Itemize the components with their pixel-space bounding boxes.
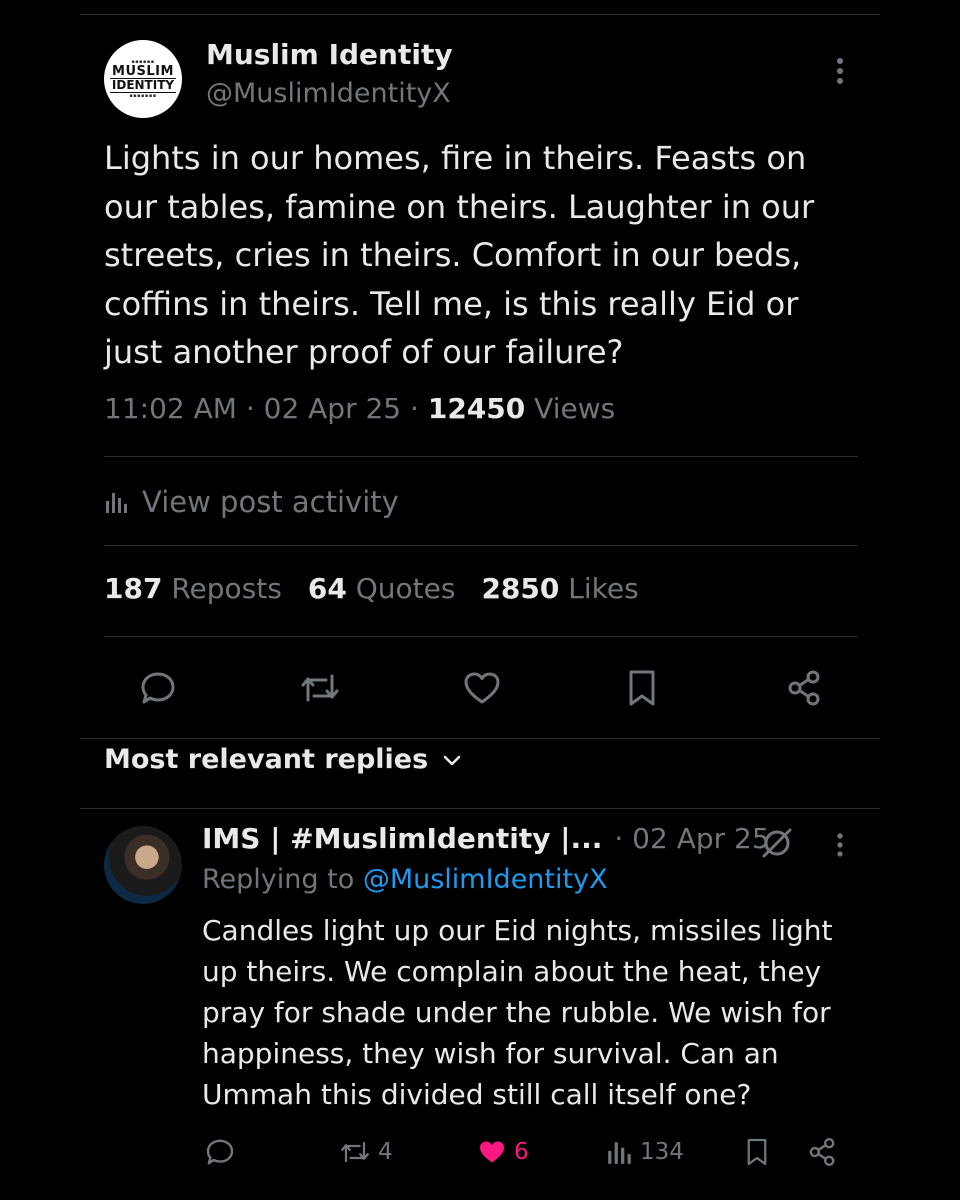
bar-chart-icon — [106, 493, 127, 513]
reply-button[interactable] — [134, 664, 182, 712]
reply-author-name[interactable]: IMS | #MuslimIdentity |... — [202, 822, 602, 855]
reply-repost-button[interactable]: 4 — [338, 1134, 393, 1170]
share-icon — [809, 1138, 835, 1166]
post-date[interactable]: 02 Apr 25 — [264, 392, 402, 425]
reply-text: Candles light up our Eid nights, missile… — [202, 914, 833, 1111]
divider — [80, 808, 880, 809]
reposts-stat[interactable]: 187 Reposts — [104, 572, 282, 605]
more-options-icon[interactable] — [828, 54, 852, 88]
divider — [80, 738, 880, 739]
reply-repost-count: 4 — [378, 1139, 393, 1165]
author-handle[interactable]: @MuslimIdentityX — [206, 78, 451, 109]
share-button[interactable] — [780, 664, 828, 712]
meta-separator: · — [410, 392, 419, 425]
view-post-activity-label: View post activity — [142, 485, 399, 519]
reposts-count: 187 — [104, 572, 163, 605]
bookmark-icon — [747, 1138, 767, 1166]
repost-icon — [301, 674, 339, 702]
avatar-logo-top: MUSLIM — [112, 64, 174, 79]
like-icon — [464, 672, 500, 704]
divider — [104, 545, 858, 546]
reply-date[interactable]: · 02 Apr 25 — [614, 822, 769, 855]
views-label: Views — [534, 392, 616, 425]
divider — [104, 636, 858, 637]
replying-to: Replying to @MuslimIdentityX — [202, 864, 608, 895]
reply-header: IMS | #MuslimIdentity |... · 02 Apr 25 — [202, 822, 770, 855]
quotes-stat[interactable]: 64 Quotes — [308, 572, 456, 605]
likes-count: 2850 — [481, 572, 560, 605]
chevron-down-icon — [443, 755, 461, 765]
reply-views-button[interactable]: 134 — [606, 1134, 684, 1170]
reply-bookmark-button[interactable] — [742, 1134, 772, 1170]
share-icon — [788, 670, 820, 706]
quotes-label: Quotes — [355, 572, 456, 605]
reply-author-avatar[interactable] — [104, 826, 182, 904]
quotes-count: 64 — [307, 572, 347, 605]
reply-reply-button[interactable] — [204, 1134, 236, 1170]
grok-icon[interactable] — [760, 826, 794, 860]
likes-label: Likes — [568, 572, 639, 605]
reply-icon — [206, 1139, 234, 1165]
bookmark-icon — [629, 670, 655, 706]
likes-stat[interactable]: 2850 Likes — [481, 572, 638, 605]
reposts-label: Reposts — [171, 572, 282, 605]
like-filled-icon — [480, 1141, 504, 1163]
avatar-logo-bottom: IDENTITY — [109, 78, 177, 93]
author-avatar[interactable]: ▪▪▪▪▪▪ MUSLIM IDENTITY ▪▪▪▪▪▪▪ — [104, 40, 182, 118]
top-divider — [80, 14, 880, 15]
reply-like-count: 6 — [514, 1139, 529, 1165]
post-text: Lights in our homes, fire in theirs. Fea… — [104, 139, 815, 371]
reply-views-count: 134 — [640, 1139, 684, 1165]
views-count: 12450 — [427, 392, 526, 425]
reply-share-button[interactable] — [806, 1134, 838, 1170]
view-post-activity-button[interactable]: View post activity — [104, 478, 399, 526]
post-meta: 11:02 AM · 02 Apr 25 · 12450 Views — [104, 392, 615, 425]
replying-handle-link[interactable]: @MuslimIdentityX — [363, 864, 608, 895]
replying-prefix: Replying to — [202, 864, 355, 895]
reply-icon — [141, 672, 175, 704]
post-stats: 187 Reposts 64 Quotes 2850 Likes — [104, 572, 639, 605]
repost-icon — [341, 1141, 369, 1163]
bookmark-button[interactable] — [618, 664, 666, 712]
bar-chart-icon — [608, 1142, 631, 1164]
replies-sort-dropdown[interactable]: Most relevant replies — [104, 744, 462, 775]
author-name[interactable]: Muslim Identity — [206, 38, 453, 71]
repost-button[interactable] — [296, 664, 344, 712]
post-time[interactable]: 11:02 AM — [104, 392, 237, 425]
like-button[interactable] — [458, 664, 506, 712]
avatar-small-text-bottom: ▪▪▪▪▪▪▪ — [129, 93, 157, 99]
reply-more-options-icon[interactable] — [828, 830, 852, 860]
replies-sort-label: Most relevant replies — [104, 744, 429, 775]
reply-like-button[interactable]: 6 — [476, 1134, 529, 1170]
meta-separator: · — [245, 392, 255, 425]
divider — [104, 456, 858, 457]
